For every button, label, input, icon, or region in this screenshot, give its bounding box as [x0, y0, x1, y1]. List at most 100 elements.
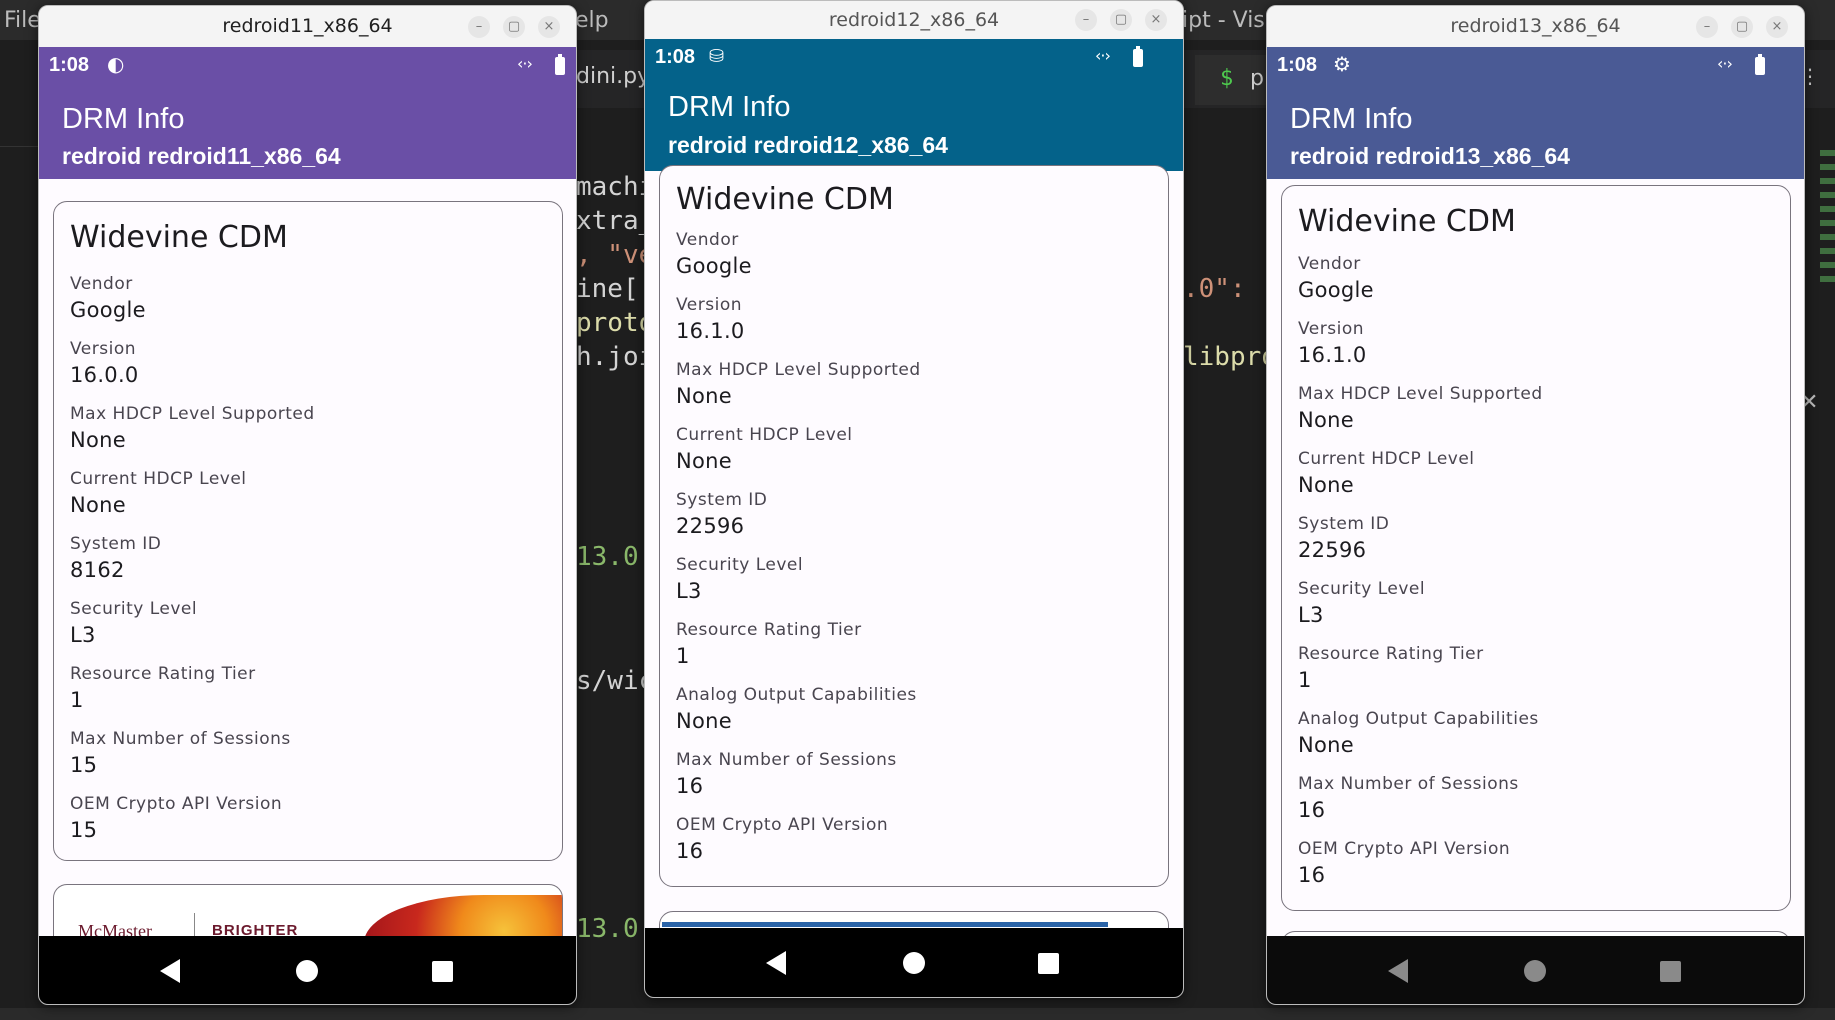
app-bar: 1:08 ◐ ‹·› DRM Info redroid redroid11_x8… [39, 47, 576, 179]
status-time: 1:08 [49, 54, 90, 76]
code-line: 13.0. [576, 914, 655, 944]
terminal-prompt: $ [1220, 66, 1234, 91]
back-button[interactable] [766, 951, 786, 975]
menu-file[interactable]: File [4, 8, 41, 33]
banner-image [662, 922, 1108, 927]
content-scroll[interactable]: Widevine CDM Vendor Google Version 16.0.… [39, 179, 576, 964]
field-label: System ID [70, 534, 162, 554]
home-button[interactable] [1524, 960, 1546, 982]
minimap[interactable] [1820, 150, 1835, 350]
minimize-button[interactable]: – [468, 16, 490, 38]
field-value: 1 [1298, 668, 1312, 692]
back-button[interactable] [160, 959, 180, 983]
app-bar: 1:08 ⚙ ‹·› DRM Info redroid redroid13_x8… [1267, 47, 1804, 179]
battery-icon [555, 54, 565, 75]
field-value: None [1298, 733, 1354, 757]
navigation-bar [1267, 936, 1804, 1004]
device-screen: 1:08 ⛁ ‹·› DRM Info redroid redroid12_x8… [645, 39, 1183, 997]
editor-tab[interactable]: dini.py [576, 64, 650, 89]
maximize-button[interactable]: ▢ [1110, 9, 1132, 31]
home-button[interactable] [296, 960, 318, 982]
field-label: Analog Output Capabilities [676, 685, 917, 705]
field-label: Security Level [676, 555, 804, 575]
field-value: 1 [676, 644, 690, 668]
field-value: 15 [70, 753, 98, 777]
database-icon: ⛁ [709, 46, 725, 67]
device-screen: 1:08 ◐ ‹·› DRM Info redroid redroid11_x8… [39, 47, 576, 1004]
field-label: Max Number of Sessions [676, 750, 897, 770]
recents-button[interactable] [432, 961, 453, 982]
field-label: Max HDCP Level Supported [1298, 384, 1543, 404]
minimize-button[interactable]: – [1696, 16, 1718, 38]
field-value: None [676, 384, 732, 408]
maximize-button[interactable]: ▢ [1731, 16, 1753, 38]
widevine-card: Widevine CDM Vendor Google Version 16.0.… [53, 201, 563, 861]
content-scroll[interactable]: Widevine CDM Vendor Google Version 16.1.… [645, 165, 1183, 971]
field-label: System ID [1298, 514, 1390, 534]
field-label: Vendor [676, 230, 739, 250]
field-value: 16.1.0 [676, 319, 745, 343]
emulator-window-redroid13[interactable]: redroid13_x86_64 – ▢ × 1:08 ⚙ ‹·› DRM In… [1266, 5, 1805, 1005]
code-line: , "ve [576, 240, 655, 270]
maximize-button[interactable]: ▢ [503, 16, 525, 38]
window-titlebar[interactable]: redroid11_x86_64 – ▢ × [39, 6, 576, 47]
emulator-window-redroid12[interactable]: redroid12_x86_64 – ▢ × 1:08 ⛁ ‹·› DRM In… [644, 0, 1184, 998]
field-label: Resource Rating Tier [1298, 644, 1484, 664]
field-label: Analog Output Capabilities [1298, 709, 1539, 729]
app-subtitle: redroid redroid13_x86_64 [1290, 143, 1570, 169]
field-label: Resource Rating Tier [70, 664, 256, 684]
field-label: Security Level [1298, 579, 1426, 599]
field-value: None [1298, 408, 1354, 432]
data-activity-icon: ‹·› [1095, 46, 1111, 65]
emulator-window-redroid11[interactable]: redroid11_x86_64 – ▢ × 1:08 ◐ ‹·› DRM In… [38, 5, 577, 1005]
field-value: 16 [676, 774, 704, 798]
field-value: None [70, 428, 126, 452]
recents-button[interactable] [1660, 961, 1681, 982]
minimize-button[interactable]: – [1075, 9, 1097, 31]
field-label: Version [676, 295, 743, 315]
app-title: DRM Info [62, 103, 185, 135]
menu-help[interactable]: elp [575, 8, 609, 33]
field-label: OEM Crypto API Version [1298, 839, 1511, 859]
divider [0, 146, 40, 147]
window-title: redroid12_x86_64 [828, 9, 1000, 31]
close-button[interactable]: × [538, 16, 560, 38]
field-label: Vendor [1298, 254, 1361, 274]
field-value: 15 [70, 818, 98, 842]
field-value: 16 [1298, 798, 1326, 822]
code-line: xtra_ [576, 206, 655, 236]
field-value: L3 [70, 623, 96, 647]
code-line: proto [576, 308, 655, 338]
app-title: DRM Info [668, 91, 791, 123]
field-value: Google [676, 254, 752, 278]
back-button[interactable] [1388, 959, 1408, 983]
code-line: ine[( [576, 274, 655, 304]
app-subtitle: redroid redroid12_x86_64 [668, 132, 948, 158]
app-subtitle: redroid redroid11_x86_64 [62, 143, 341, 169]
field-label: Current HDCP Level [676, 425, 853, 445]
field-value: 1 [70, 688, 84, 712]
status-bar: 1:08 ⚙ ‹·› [1267, 47, 1804, 85]
field-value: 22596 [1298, 538, 1367, 562]
window-title: redroid11_x86_64 [222, 15, 393, 37]
data-saver-icon: ◐ [107, 52, 125, 76]
field-value: 16.1.0 [1298, 343, 1367, 367]
app-bar: 1:08 ⛁ ‹·› DRM Info redroid redroid12_x8… [645, 39, 1183, 171]
window-titlebar[interactable]: redroid12_x86_64 – ▢ × [645, 1, 1183, 39]
home-button[interactable] [903, 952, 925, 974]
field-label: System ID [676, 490, 768, 510]
data-activity-icon: ‹·› [1717, 54, 1733, 73]
field-value: 16 [1298, 863, 1326, 887]
editor-statusbar [0, 1008, 1835, 1020]
recents-button[interactable] [1038, 953, 1059, 974]
battery-icon [1755, 54, 1765, 75]
navigation-bar [39, 936, 576, 1004]
editor-window-title: ipt - Visu [1182, 8, 1279, 33]
window-titlebar[interactable]: redroid13_x86_64 – ▢ × [1267, 6, 1804, 47]
close-button[interactable]: × [1145, 9, 1167, 31]
widevine-card: Widevine CDM Vendor Google Version 16.1.… [1281, 185, 1791, 911]
status-bar: 1:08 ⛁ ‹·› [645, 39, 1183, 77]
content-scroll[interactable]: Widevine CDM Vendor Google Version 16.1.… [1267, 179, 1804, 991]
field-value: None [676, 449, 732, 473]
close-button[interactable]: × [1766, 16, 1788, 38]
